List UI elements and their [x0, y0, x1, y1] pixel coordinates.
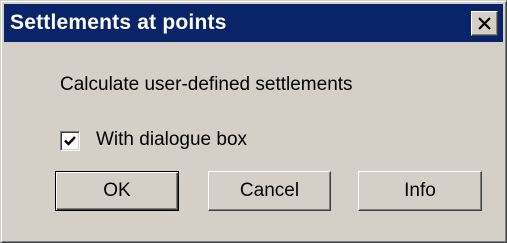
settlements-dialog: Settlements at points Calculate user-def…	[0, 0, 507, 243]
cancel-button[interactable]: Cancel	[208, 171, 331, 211]
info-button[interactable]: Info	[358, 171, 482, 211]
dialog-caption: Calculate user-defined settlements	[60, 74, 353, 95]
close-icon	[478, 17, 491, 30]
checkmark-icon	[64, 136, 76, 146]
close-button[interactable]	[471, 11, 498, 36]
title-bar[interactable]: Settlements at points	[4, 4, 503, 42]
with-dialogue-box-checkbox[interactable]	[60, 131, 80, 151]
with-dialogue-box-label[interactable]: With dialogue box	[96, 129, 247, 151]
ok-button[interactable]: OK	[55, 171, 179, 211]
window-title: Settlements at points	[10, 11, 227, 34]
